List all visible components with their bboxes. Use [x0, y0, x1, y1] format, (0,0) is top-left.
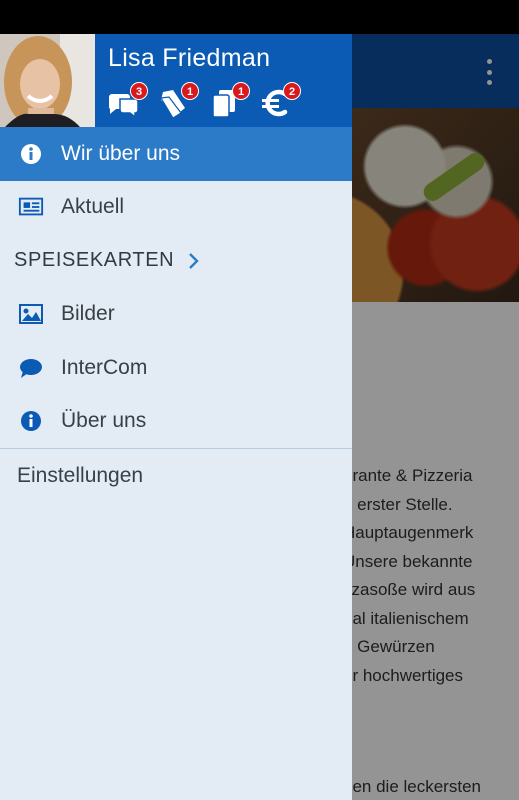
menu-item-label: Bilder — [61, 302, 115, 326]
menu-item-wir-ueber-uns[interactable]: Wir über uns — [0, 127, 352, 181]
chevron-right-icon — [186, 251, 202, 271]
info-icon — [18, 408, 44, 434]
cards-button[interactable]: 1 — [208, 82, 250, 120]
menu-item-aktuell[interactable]: Aktuell — [0, 181, 352, 235]
cards-badge: 1 — [232, 82, 250, 100]
chat-bubble-icon — [18, 355, 44, 381]
notification-badges: 3 1 1 2 — [106, 82, 301, 120]
navigation-drawer: Lisa Friedman 3 1 1 2 Wir über uns Aktue… — [0, 34, 352, 800]
menu-section-speisekarten[interactable]: SPEISEKARTEN — [0, 234, 352, 288]
menu-item-label: InterCom — [61, 355, 148, 379]
menu-item-einstellungen[interactable]: Einstellungen — [0, 449, 352, 503]
menu-item-ueber-uns[interactable]: Über uns — [0, 395, 352, 449]
drawer-header: Lisa Friedman 3 1 1 2 — [0, 34, 352, 127]
menu-item-bilder[interactable]: Bilder — [0, 288, 352, 342]
menu-item-label: Wir über uns — [61, 141, 181, 165]
section-label: SPEISEKARTEN — [14, 249, 175, 272]
payments-badge: 2 — [283, 82, 301, 100]
newspaper-icon — [18, 194, 44, 220]
payments-button[interactable]: 2 — [259, 82, 301, 120]
menu-item-label: Über uns — [61, 409, 147, 433]
status-bar — [0, 0, 519, 34]
messages-badge: 3 — [130, 82, 148, 100]
image-icon — [18, 301, 44, 327]
info-icon — [18, 141, 44, 167]
menu-item-label: Einstellungen — [17, 463, 144, 487]
menu-item-label: Aktuell — [61, 195, 125, 219]
drawer-menu: Wir über uns Aktuell SPEISEKARTEN Bilder… — [0, 127, 352, 503]
avatar[interactable] — [0, 34, 95, 127]
coupons-button[interactable]: 1 — [157, 82, 199, 120]
menu-item-intercom[interactable]: InterCom — [0, 341, 352, 395]
messages-button[interactable]: 3 — [106, 82, 148, 120]
user-name: Lisa Friedman — [108, 44, 271, 72]
coupons-badge: 1 — [181, 82, 199, 100]
